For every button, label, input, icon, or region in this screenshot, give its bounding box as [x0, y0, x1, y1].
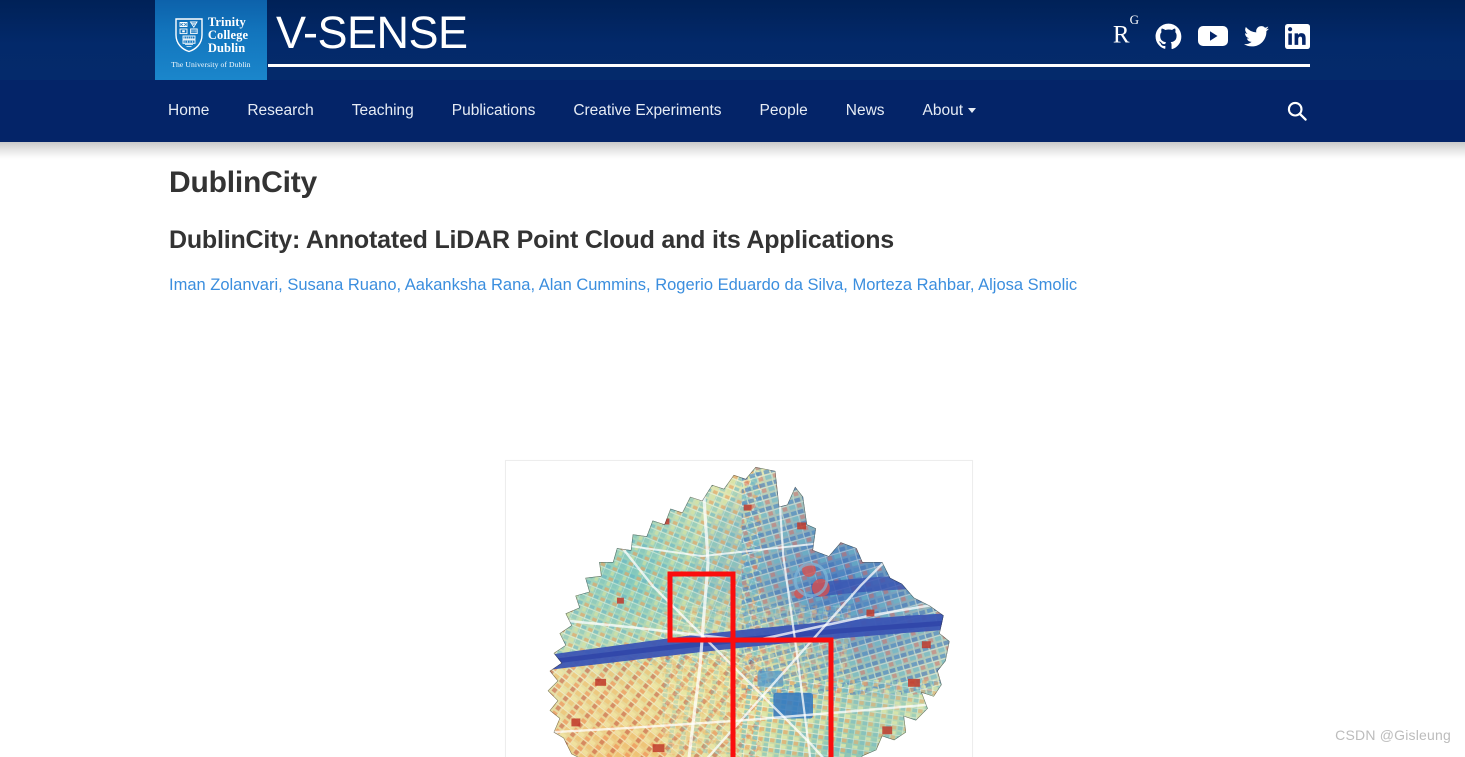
- nav-drop-shadow: [0, 142, 1465, 160]
- nav-label-news: News: [845, 102, 885, 119]
- nav-item-research[interactable]: Research: [228, 80, 332, 142]
- nav-item-about[interactable]: About: [904, 80, 996, 142]
- page-title: DublinCity: [169, 166, 317, 199]
- nav-items: Home Research Teaching Publications Crea…: [168, 80, 995, 142]
- watermark-text: CSDN @Gisleung: [1335, 727, 1451, 743]
- author-link[interactable]: Susana Ruano: [287, 276, 396, 294]
- nav-label-about: About: [922, 102, 964, 119]
- author-link[interactable]: Aljosa Smolic: [978, 276, 1077, 294]
- logo-line-3: Dublin: [207, 40, 246, 55]
- youtube-icon[interactable]: [1198, 21, 1228, 51]
- linkedin-icon[interactable]: [1285, 21, 1310, 51]
- author-link[interactable]: Morteza Rahbar: [852, 276, 969, 294]
- nav-item-publications[interactable]: Publications: [433, 80, 555, 142]
- social-links: RG: [1113, 13, 1310, 52]
- header-divider-rule: [268, 64, 1310, 67]
- nav-item-creative-experiments[interactable]: Creative Experiments: [554, 80, 740, 142]
- author-link[interactable]: Aakanksha Rana: [405, 276, 531, 294]
- nav-label-teaching: Teaching: [351, 102, 414, 119]
- nav-item-home[interactable]: Home: [168, 80, 228, 142]
- figure-panel: Figure 1. Overview of the data (the most…: [505, 460, 973, 757]
- author-link[interactable]: Alan Cummins: [539, 276, 646, 294]
- nav-label-creative-experiments: Creative Experiments: [573, 102, 722, 119]
- trinity-college-dublin-logo[interactable]: Trinity College Dublin The University of…: [155, 0, 267, 80]
- author-link[interactable]: Iman Zolanvari: [169, 276, 278, 294]
- nav-label-people: People: [759, 102, 808, 119]
- article-title: DublinCity: Annotated LiDAR Point Cloud …: [169, 226, 894, 254]
- search-icon[interactable]: [1284, 98, 1310, 124]
- site-header: Trinity College Dublin The University of…: [0, 0, 1465, 80]
- chevron-down-icon: [968, 108, 977, 113]
- main-navigation: Home Research Teaching Publications Crea…: [0, 80, 1465, 142]
- nav-label-research: Research: [247, 102, 314, 119]
- trinity-shield-icon: [174, 17, 204, 53]
- nav-item-teaching[interactable]: Teaching: [333, 80, 433, 142]
- github-icon[interactable]: [1155, 21, 1182, 51]
- logo-tagline: The University of Dublin: [171, 59, 251, 69]
- author-list: Iman Zolanvari, Susana Ruano, Aakanksha …: [169, 276, 1078, 294]
- researchgate-icon[interactable]: RG: [1113, 13, 1139, 51]
- nav-item-people[interactable]: People: [741, 80, 827, 142]
- twitter-icon[interactable]: [1244, 21, 1269, 51]
- page-content: DublinCity DublinCity: Annotated LiDAR P…: [0, 160, 1465, 757]
- logo-line-2: College: [207, 27, 249, 42]
- logo-line-1: Trinity: [207, 14, 246, 29]
- site-brand-title: V-SENSE: [276, 7, 468, 58]
- logo-wordmark: Trinity College Dublin: [207, 14, 249, 55]
- author-link[interactable]: Rogerio Eduardo da Silva: [655, 276, 843, 294]
- nav-label-home: Home: [168, 102, 210, 119]
- nav-item-news[interactable]: News: [827, 80, 904, 142]
- figure-image[interactable]: [506, 461, 972, 757]
- nav-label-publications: Publications: [451, 102, 536, 119]
